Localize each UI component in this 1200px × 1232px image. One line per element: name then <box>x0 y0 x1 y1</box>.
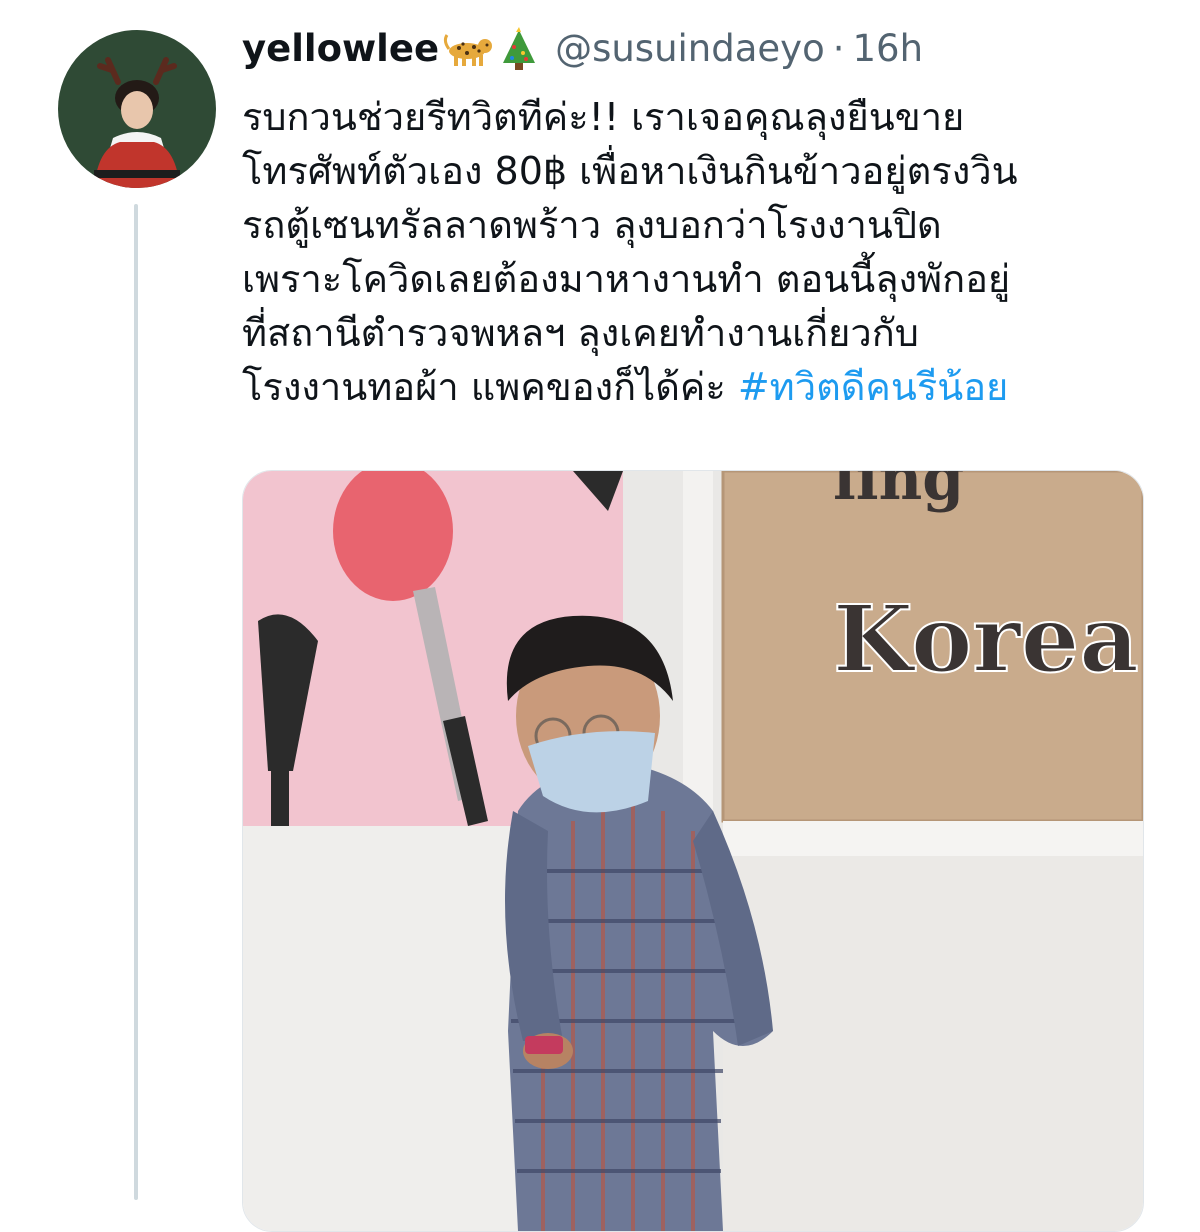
tweet-text-line: โรงงานทอผ้า แพคของก็ได้ค่ะ <box>242 365 726 409</box>
separator-dot: · <box>832 27 845 70</box>
leopard-emoji-icon <box>443 29 495 69</box>
avatar[interactable] <box>58 30 216 188</box>
tweet-text-line: ที่สถานีตำรวจพหลฯ ลุงเคยทำงานเกี่ยวกับ <box>242 311 919 355</box>
tweet-text-line: รบกวนช่วยรีทวิตทีค่ะ!! เราเจอคุณลุงยืนขา… <box>242 95 965 139</box>
board-partial-text: ling <box>833 471 964 514</box>
tweet-text-line-last: โรงงานทอผ้า แพคของก็ได้ค่ะ #ทวิตดีคนรีน้… <box>242 360 1182 414</box>
tweet-text-line: เพราะโควิดเลยต้องมาหางานทำ ตอนนี้ลุงพักอ… <box>242 257 1011 301</box>
avatar-image <box>58 30 216 188</box>
tweet-photo[interactable]: ling Korea <box>242 470 1144 1232</box>
user-handle[interactable]: @susuindaeyo <box>555 22 825 76</box>
tweet-text-line: โทรศัพท์ตัวเอง 80฿ เพื่อหาเงินกินข้าวอยู… <box>242 149 1018 193</box>
display-name[interactable]: yellowlee <box>242 22 439 76</box>
board-korea-text: Korea <box>833 585 1139 693</box>
tweet-header: yellowlee @susuindaeyo · 16h <box>242 22 923 76</box>
tweet-timestamp[interactable]: 16h <box>852 22 923 76</box>
phone-in-hands <box>525 1036 563 1054</box>
thread-connector-line <box>134 204 138 1200</box>
hashtag-link[interactable]: #ทวิตดีคนรีน้อย <box>738 365 1008 409</box>
lower-wall-right <box>723 821 1143 1231</box>
tweet-text-line: รถตู้เซนทรัลลาดพร้าว ลุงบอกว่าโรงงานปิด <box>242 203 942 247</box>
tweet-text: รบกวนช่วยรีทวิตทีค่ะ!! เราเจอคุณลุงยืนขา… <box>242 90 1182 414</box>
photo-scene: ling Korea <box>243 471 1143 1231</box>
christmas-tree-emoji-icon <box>499 27 539 71</box>
